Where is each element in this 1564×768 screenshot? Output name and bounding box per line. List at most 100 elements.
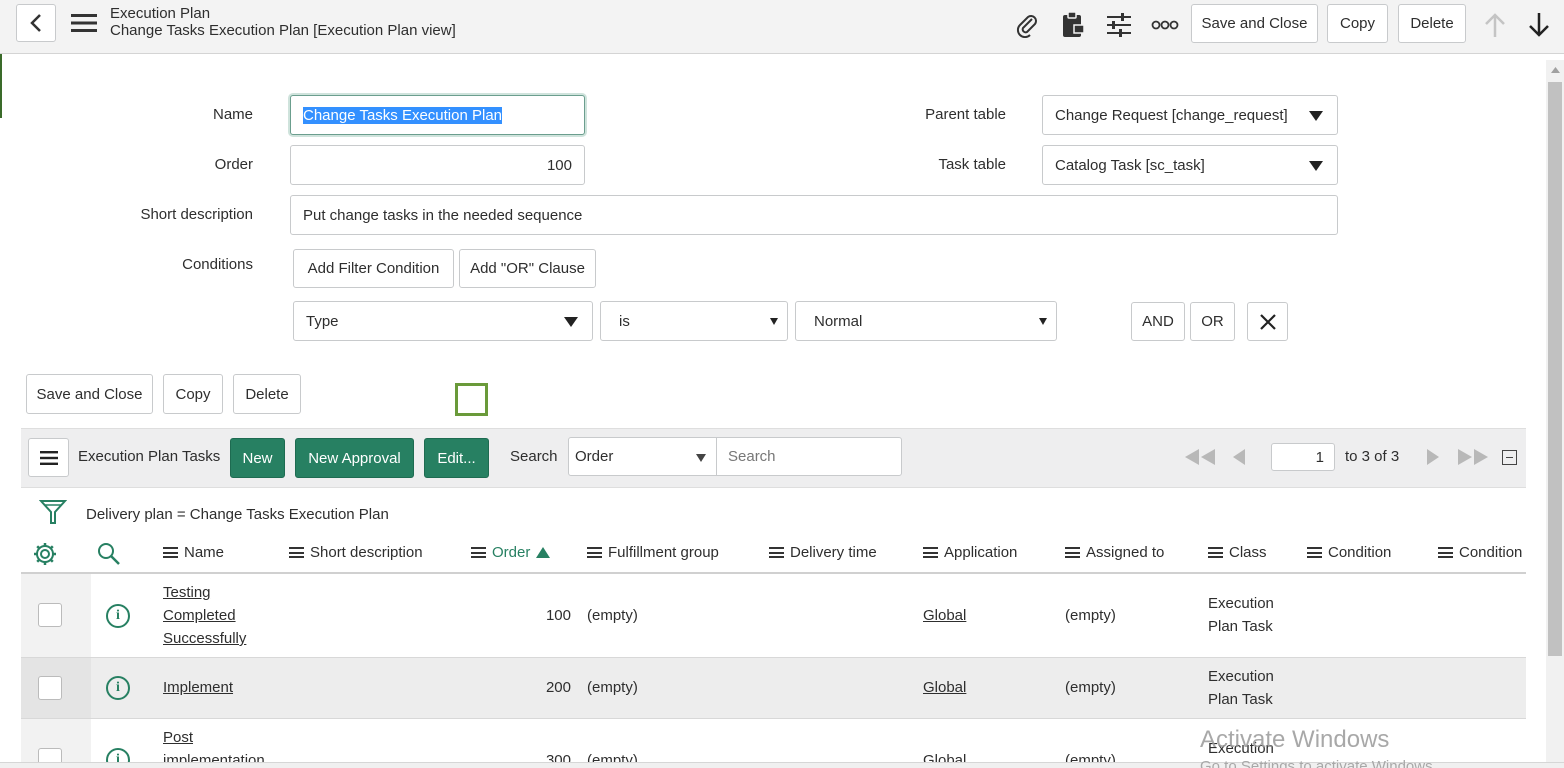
row-fulfillment-group: (empty) — [587, 607, 638, 624]
condition-field-value: Type — [306, 312, 339, 330]
parent-table-select[interactable]: Change Request [change_request] — [1042, 95, 1338, 135]
row-name-link[interactable]: Implement — [163, 679, 233, 696]
condition-operator-select[interactable]: is — [600, 301, 788, 341]
parent-table-value: Change Request [change_request] — [1055, 106, 1288, 124]
activity-clipboard-icon[interactable] — [1055, 8, 1091, 42]
scrollbar-thumb[interactable] — [1548, 82, 1562, 656]
search-icon[interactable] — [97, 542, 121, 570]
dropdown-caret-icon — [770, 318, 778, 325]
column-menu-icon[interactable] — [923, 547, 938, 558]
condition-value-select[interactable]: Normal — [795, 301, 1057, 341]
row-checkbox[interactable] — [38, 603, 62, 627]
row-class: Plan Task — [1208, 618, 1273, 635]
column-menu-icon[interactable] — [163, 547, 178, 558]
filter-breadcrumb[interactable]: Delivery plan = Change Tasks Execution P… — [86, 506, 389, 523]
row-application-link[interactable]: Global — [923, 679, 966, 696]
row-name-link[interactable]: Post — [163, 729, 193, 746]
last-page-icon[interactable] — [1457, 449, 1489, 469]
column-menu-icon[interactable] — [1438, 547, 1453, 558]
column-menu-icon[interactable] — [1065, 547, 1080, 558]
personalize-list-icon[interactable] — [33, 542, 57, 570]
new-button[interactable]: New — [230, 438, 285, 478]
vertical-scrollbar[interactable] — [1546, 60, 1564, 762]
row-class: Execution — [1208, 595, 1274, 612]
condition-field-select[interactable]: Type — [293, 301, 593, 341]
scroll-up-icon[interactable] — [1551, 67, 1560, 73]
name-input[interactable]: Change Tasks Execution Plan — [290, 95, 585, 135]
settings-sliders-icon[interactable] — [1101, 8, 1137, 42]
column-header-class[interactable]: Class — [1208, 544, 1267, 561]
page-number-input[interactable]: 1 — [1271, 443, 1335, 471]
column-header-condition-2[interactable]: Condition — [1438, 544, 1526, 561]
row-assigned-to: (empty) — [1065, 679, 1116, 696]
condition-operator-value: is — [619, 312, 630, 330]
first-page-icon[interactable] — [1184, 449, 1216, 469]
arrow-down-icon[interactable] — [1521, 8, 1557, 42]
row-name-link[interactable]: Completed — [163, 607, 236, 624]
dropdown-caret-icon — [564, 317, 578, 327]
row-assigned-to: (empty) — [1065, 607, 1116, 624]
header-save-close-button[interactable]: Save and Close — [1191, 4, 1318, 43]
search-input[interactable]: Search — [716, 437, 902, 476]
back-button[interactable] — [16, 4, 56, 42]
add-or-clause-button[interactable]: Add "OR" Clause — [459, 249, 596, 288]
previous-page-icon[interactable] — [1232, 449, 1246, 469]
condition-and-button[interactable]: AND — [1131, 302, 1185, 341]
list-menu-button[interactable] — [28, 438, 69, 477]
column-header-fulfillment-group[interactable]: Fulfillment group — [587, 544, 719, 561]
dropdown-caret-icon — [1309, 161, 1323, 171]
add-filter-condition-button[interactable]: Add Filter Condition — [293, 249, 454, 288]
header-delete-button[interactable]: Delete — [1398, 4, 1466, 43]
search-field-value: Order — [575, 448, 614, 465]
column-menu-icon[interactable] — [1307, 547, 1322, 558]
column-menu-icon[interactable] — [769, 547, 784, 558]
short-description-input[interactable]: Put change tasks in the needed sequence — [290, 195, 1338, 235]
info-icon[interactable]: i — [106, 604, 130, 628]
filter-icon[interactable] — [38, 499, 68, 529]
related-list-title: Execution Plan Tasks — [78, 448, 221, 465]
arrow-up-icon[interactable] — [1477, 8, 1513, 42]
search-field-select[interactable]: Order — [568, 437, 717, 476]
column-header-short-description[interactable]: Short description — [289, 544, 423, 561]
row-class: Plan Task — [1208, 691, 1273, 708]
column-header-delivery-time[interactable]: Delivery time — [769, 544, 877, 561]
activate-windows-subtext: Go to Settings to activate Windows. — [1200, 758, 1437, 768]
column-header-assigned-to[interactable]: Assigned to — [1065, 544, 1164, 561]
condition-or-button[interactable]: OR — [1190, 302, 1235, 341]
condition-remove-button[interactable] — [1247, 302, 1288, 341]
column-header-application[interactable]: Application — [923, 544, 1017, 561]
copy-button[interactable]: Copy — [163, 374, 223, 414]
next-page-icon[interactable] — [1426, 449, 1440, 469]
row-name-link[interactable]: Successfully — [163, 630, 246, 647]
save-close-button[interactable]: Save and Close — [26, 374, 153, 414]
short-description-label: Short description — [140, 206, 253, 223]
more-options-icon[interactable] — [1147, 8, 1183, 42]
column-menu-icon[interactable] — [471, 547, 486, 558]
dropdown-caret-icon — [1039, 318, 1047, 325]
row-name-link[interactable]: Testing — [163, 584, 211, 601]
row-checkbox[interactable] — [38, 676, 62, 700]
edit-button[interactable]: Edit... — [424, 438, 489, 478]
page-number-value: 1 — [1315, 448, 1324, 466]
delete-button[interactable]: Delete — [233, 374, 301, 414]
collapse-list-icon[interactable] — [1502, 450, 1517, 465]
order-input[interactable]: 100 — [290, 145, 585, 185]
column-header-name[interactable]: Name — [163, 544, 224, 561]
new-approval-button[interactable]: New Approval — [295, 438, 414, 478]
column-menu-icon[interactable] — [289, 547, 304, 558]
column-header-order[interactable]: Order — [471, 544, 551, 561]
parent-table-label: Parent table — [925, 106, 1006, 123]
info-icon[interactable]: i — [106, 676, 130, 700]
column-menu-icon[interactable] — [1208, 547, 1223, 558]
context-menu-icon[interactable] — [71, 12, 97, 34]
form-header: Execution Plan Change Tasks Execution Pl… — [0, 0, 1564, 54]
row-application-link[interactable]: Global — [923, 607, 966, 624]
order-input-value: 100 — [546, 156, 572, 174]
task-table-select[interactable]: Catalog Task [sc_task] — [1042, 145, 1338, 185]
row-fulfillment-group: (empty) — [587, 679, 638, 696]
task-table-value: Catalog Task [sc_task] — [1055, 156, 1205, 174]
column-header-condition[interactable]: Condition — [1307, 544, 1391, 561]
header-copy-button[interactable]: Copy — [1327, 4, 1388, 43]
column-menu-icon[interactable] — [587, 547, 602, 558]
paperclip-icon[interactable] — [1009, 8, 1045, 42]
